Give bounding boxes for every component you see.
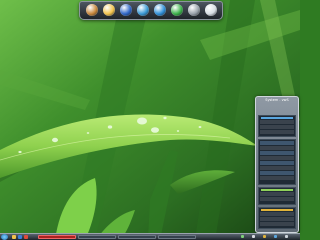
settings-icon[interactable]	[188, 4, 200, 16]
monitor-row	[260, 151, 294, 155]
security-tray-icon[interactable]	[263, 235, 266, 238]
monitor-row	[260, 217, 294, 221]
taskbar-window-button[interactable]	[38, 235, 76, 239]
monitor-panel-cpu	[258, 115, 296, 137]
monitor-row	[260, 176, 294, 180]
drive-icon[interactable]	[205, 4, 217, 16]
monitor-row	[260, 125, 294, 129]
globe-icon[interactable]	[154, 4, 166, 16]
network-usage-bar	[261, 189, 293, 191]
system-monitor-title: System . vwS	[265, 98, 289, 102]
monitor-row	[260, 222, 294, 226]
monitor-row	[260, 212, 294, 216]
volume-tray-icon[interactable]	[252, 235, 255, 238]
monitor-row	[260, 166, 294, 170]
monitor-panel-disk	[258, 207, 296, 229]
folder-icon[interactable]	[103, 4, 115, 16]
start-button[interactable]	[1, 234, 8, 240]
system-tray	[239, 235, 299, 239]
taskbar-window-button[interactable]	[118, 235, 156, 239]
monitor-panel-network	[258, 187, 296, 205]
disk-usage-bar	[261, 209, 293, 211]
cpu-usage-bar	[261, 117, 293, 119]
network-tray-icon[interactable]	[241, 235, 244, 238]
explorer-icon[interactable]	[12, 235, 16, 239]
media-icon[interactable]	[24, 235, 28, 239]
monitor-row	[260, 120, 294, 124]
monitor-row	[260, 141, 294, 145]
taskbar-window-button[interactable]	[78, 235, 116, 239]
monitor-panel-processes	[258, 139, 296, 185]
camera-icon[interactable]	[137, 4, 149, 16]
media-player-icon[interactable]	[171, 4, 183, 16]
monitor-row	[260, 156, 294, 160]
update-tray-icon[interactable]	[274, 235, 277, 238]
clock-tray-icon[interactable]	[285, 235, 288, 238]
system-monitor-gadget[interactable]: System . vwS	[255, 96, 299, 233]
monitor-row	[260, 146, 294, 150]
monitor-row	[260, 171, 294, 175]
browser-icon[interactable]	[18, 235, 22, 239]
monitor-row	[260, 192, 294, 196]
dock-bar	[79, 1, 223, 20]
taskbar	[0, 233, 300, 240]
monitor-row	[260, 161, 294, 165]
monitor-row	[260, 197, 294, 201]
monitor-row	[260, 130, 294, 134]
network-icon[interactable]	[120, 4, 132, 16]
clock-icon[interactable]	[86, 4, 98, 16]
taskbar-window-button[interactable]	[158, 235, 196, 239]
